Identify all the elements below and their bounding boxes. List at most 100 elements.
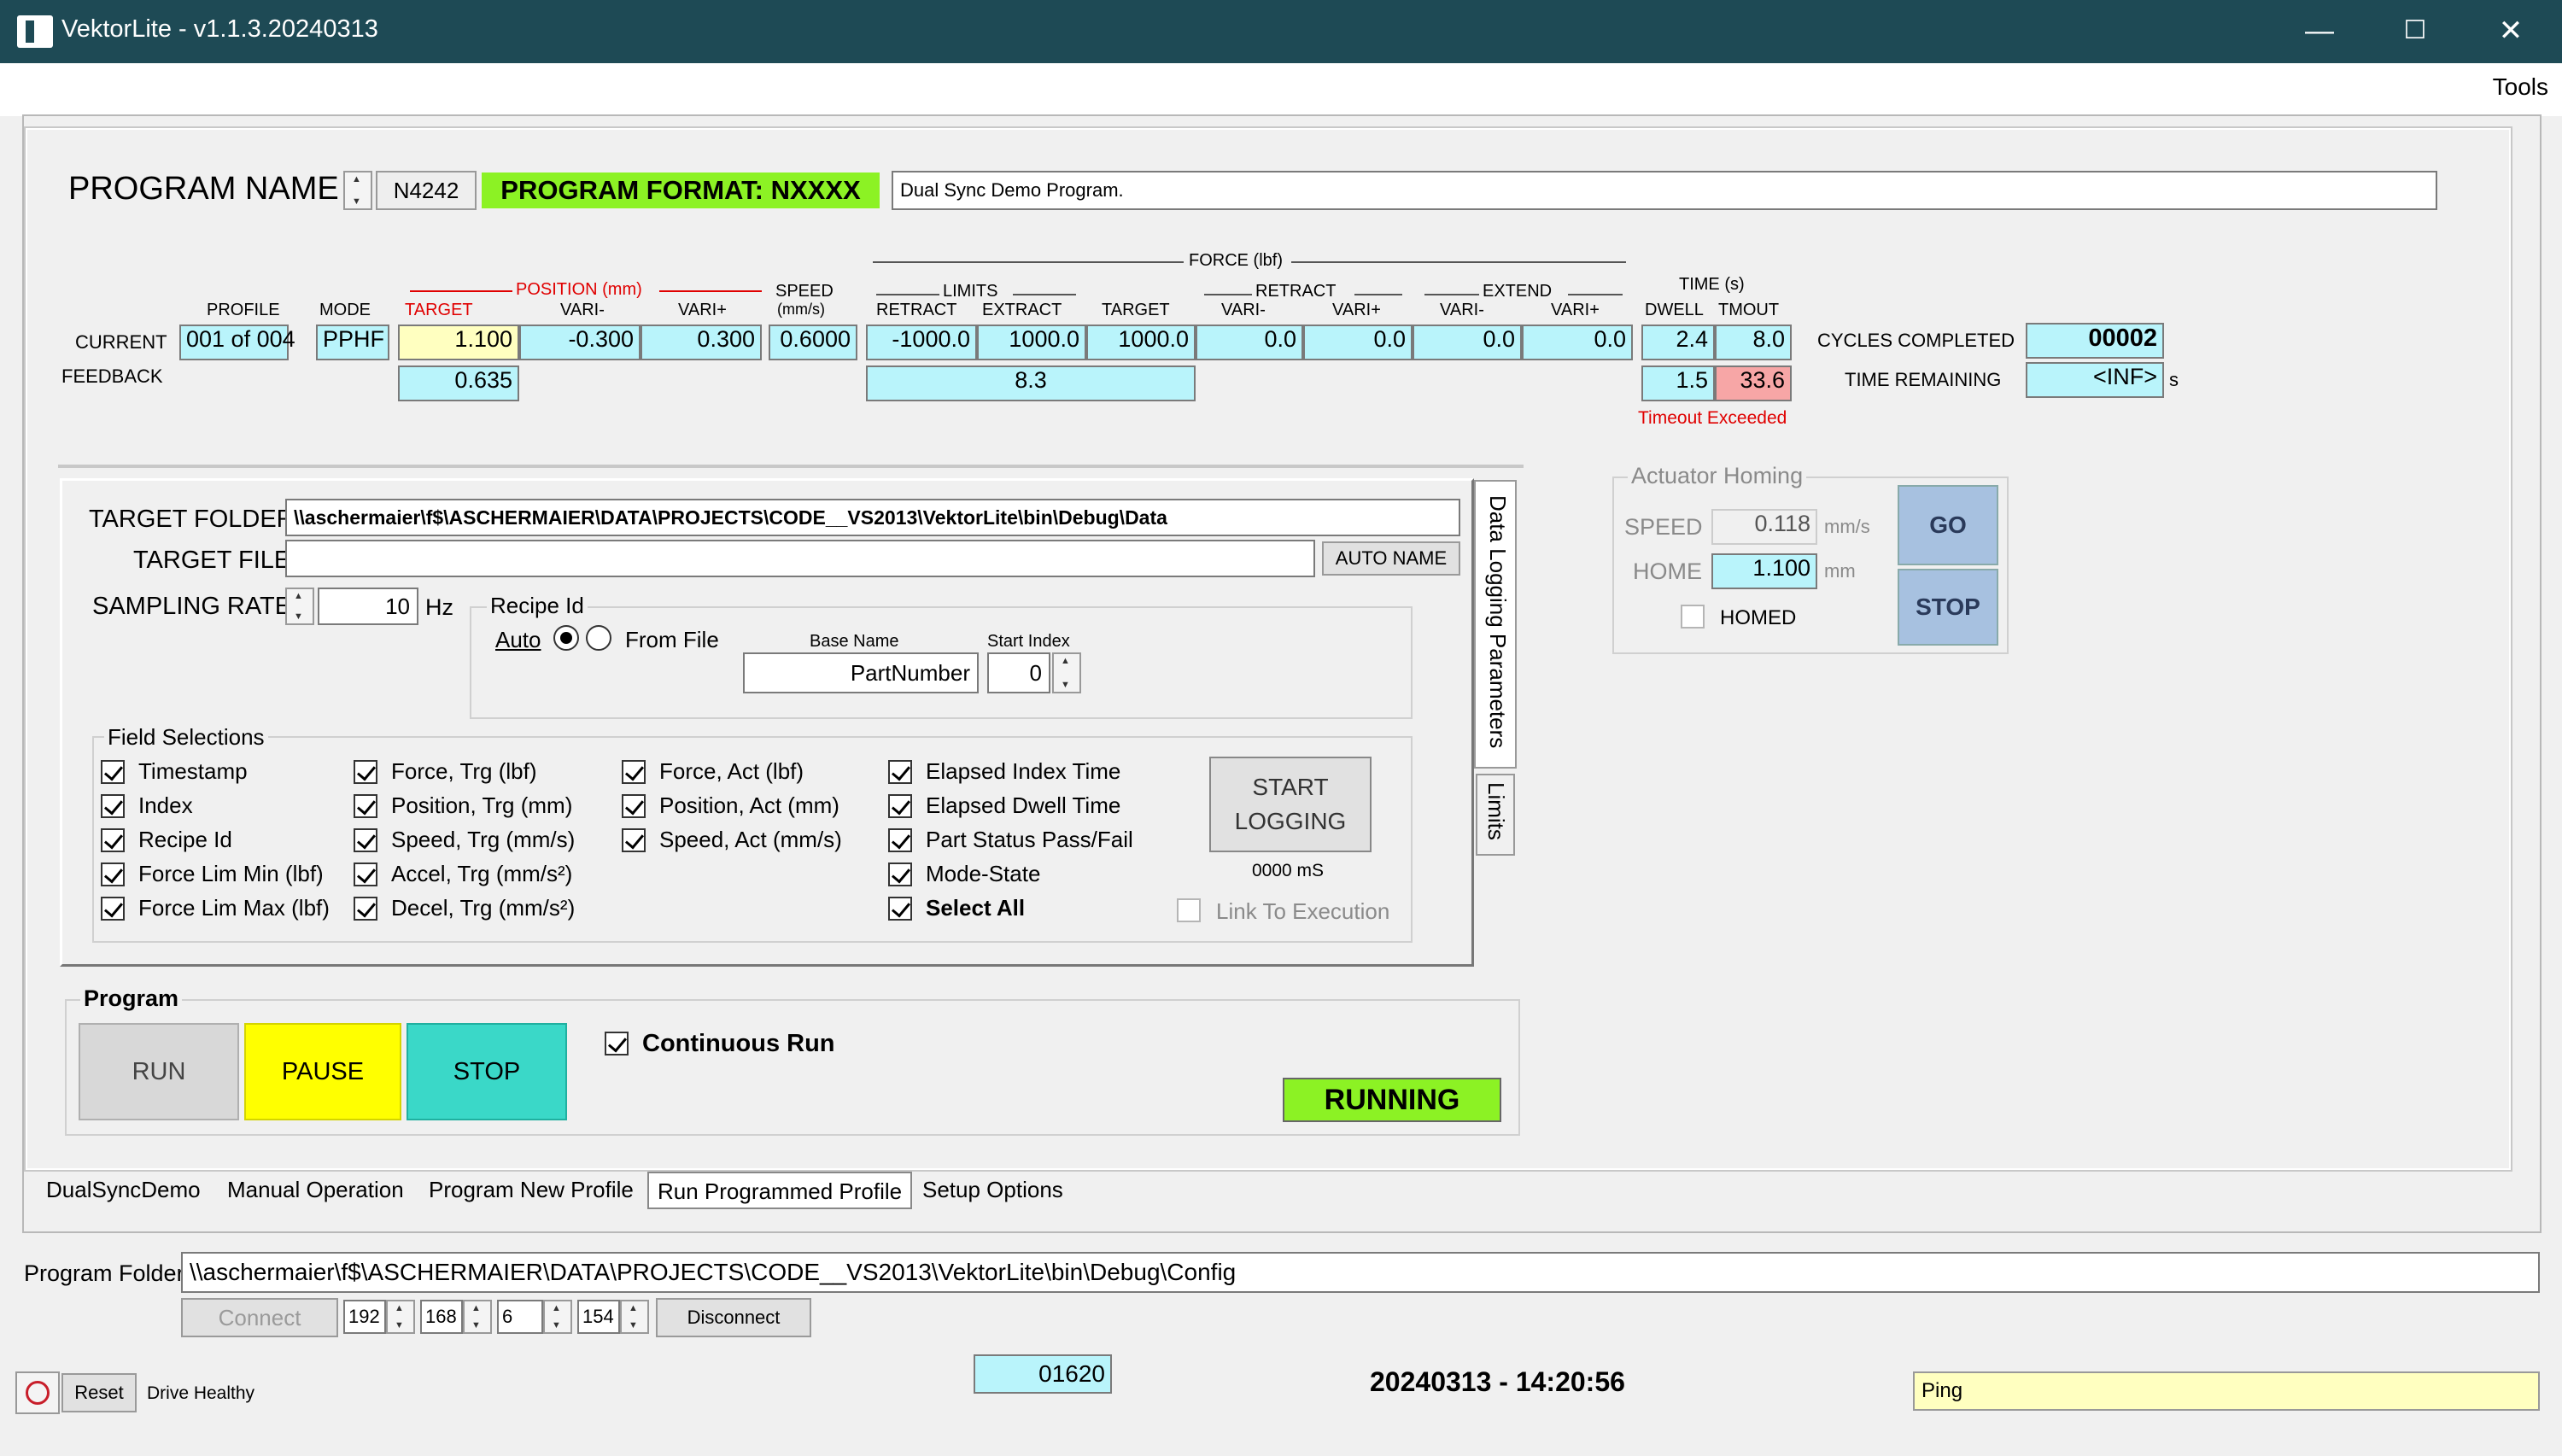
field-checkbox[interactable] [888, 828, 912, 852]
ip-octet-4[interactable]: 154 [577, 1300, 620, 1334]
program-description-field[interactable]: Dual Sync Demo Program. [892, 171, 2437, 210]
time-remaining-value: <INF> [2026, 362, 2164, 398]
feedback-row-label: FEEDBACK [61, 365, 163, 387]
ip-octet-1[interactable]: 192 [343, 1300, 386, 1334]
pause-button[interactable]: PAUSE [244, 1023, 401, 1120]
program-spinner[interactable] [343, 171, 372, 210]
header-pos-target: TARGET [405, 301, 473, 319]
start-logging-line-1: START [1252, 774, 1329, 800]
field-checkbox[interactable] [888, 897, 912, 921]
program-name-field[interactable]: N4242 [376, 171, 477, 210]
field-checkbox-label: Elapsed Dwell Time [926, 792, 1121, 818]
homing-speed-unit: mm/s [1824, 516, 1870, 537]
header-position: POSITION (mm) [516, 280, 642, 299]
ip-octet-1-spinner[interactable] [386, 1300, 415, 1334]
tab-program-new-profile[interactable]: Program New Profile [420, 1172, 642, 1209]
start-index-spinner[interactable] [1052, 652, 1081, 693]
field-checkbox[interactable] [354, 897, 377, 921]
field-checkbox[interactable] [888, 862, 912, 886]
ip-octet-2-spinner[interactable] [463, 1300, 492, 1334]
field-checkbox-label: Force, Trg (lbf) [391, 758, 537, 784]
tab-run-programmed-profile[interactable]: Run Programmed Profile [647, 1172, 913, 1209]
recipe-from-file-radio[interactable] [586, 625, 611, 651]
menu-tools[interactable]: Tools [2493, 73, 2548, 101]
timeout-exceeded-text: Timeout Exceeded [1638, 408, 1787, 428]
actuator-homing-title: Actuator Homing [1628, 463, 1807, 489]
current-lim-extract: 1000.0 [977, 325, 1086, 360]
link-to-execution-checkbox[interactable] [1177, 898, 1201, 922]
field-checkbox[interactable] [101, 760, 125, 784]
minimize-button[interactable]: — [2296, 9, 2343, 53]
divider [58, 465, 1524, 468]
field-checkbox[interactable] [101, 828, 125, 852]
field-checkbox-label: Position, Act (mm) [659, 792, 839, 818]
tab-dual-sync-demo[interactable]: DualSyncDemo [38, 1172, 209, 1209]
header-ext-vari-minus: VARI- [1440, 301, 1484, 319]
field-checkbox-label: Accel, Trg (mm/s²) [391, 861, 573, 886]
sampling-rate-field[interactable]: 10 [318, 588, 418, 625]
field-checkbox-label: Mode-State [926, 861, 1041, 886]
force-rule-left [873, 261, 1184, 263]
base-name-label: Base Name [810, 632, 899, 651]
tab-setup-options[interactable]: Setup Options [914, 1172, 1072, 1209]
target-folder-field[interactable]: \\aschermaier\f$\ASCHERMAIER\DATA\PROJEC… [285, 499, 1460, 536]
field-checkbox-label: Force, Act (lbf) [659, 758, 804, 784]
tab-manual-operation[interactable]: Manual Operation [219, 1172, 412, 1209]
start-logging-button[interactable]: START LOGGING [1209, 757, 1372, 852]
target-file-label: TARGET FILE [133, 547, 291, 574]
field-checkbox-label: Position, Trg (mm) [391, 792, 573, 818]
side-tab-limits-label: Limits [1483, 782, 1509, 840]
close-button[interactable]: ✕ [2487, 9, 2535, 53]
field-checkbox[interactable] [354, 794, 377, 818]
program-folder-field[interactable]: \\aschermaier\f$\ASCHERMAIER\DATA\PROJEC… [181, 1252, 2540, 1293]
disconnect-button[interactable]: Disconnect [656, 1298, 811, 1337]
field-checkbox-label: Select All [926, 895, 1026, 921]
target-file-field[interactable] [285, 540, 1315, 577]
counter-display: 01620 [974, 1354, 1112, 1394]
field-checkbox[interactable] [354, 828, 377, 852]
ip-octet-4-spinner[interactable] [620, 1300, 649, 1334]
current-speed: 0.6000 [769, 325, 857, 360]
field-checkbox[interactable] [622, 760, 646, 784]
field-checkbox[interactable] [101, 862, 125, 886]
ip-octet-3[interactable]: 6 [497, 1300, 543, 1334]
field-checkbox[interactable] [354, 760, 377, 784]
force-rule-right [1291, 261, 1626, 263]
menu-bar [0, 63, 2562, 116]
continuous-run-checkbox[interactable] [605, 1032, 629, 1055]
field-checkbox-label: Elapsed Index Time [926, 758, 1121, 784]
current-tmout: 8.0 [1715, 325, 1792, 360]
base-name-field[interactable]: PartNumber [743, 652, 979, 693]
field-checkbox[interactable] [888, 794, 912, 818]
homing-stop-button[interactable]: STOP [1898, 569, 1998, 646]
header-f-target: TARGET [1102, 301, 1170, 319]
app-logo-icon [17, 15, 53, 48]
auto-name-button[interactable]: AUTO NAME [1322, 541, 1460, 576]
connect-button[interactable]: Connect [181, 1298, 338, 1337]
maximize-button[interactable]: ☐ [2391, 9, 2439, 53]
current-dwell: 2.4 [1641, 325, 1715, 360]
recipe-auto-radio[interactable] [553, 625, 579, 651]
field-checkbox[interactable] [354, 862, 377, 886]
stop-button[interactable]: STOP [407, 1023, 567, 1120]
start-logging-line-2: LOGGING [1234, 808, 1347, 834]
field-checkbox[interactable] [622, 828, 646, 852]
limits-rule-right [1013, 294, 1076, 295]
field-checkbox[interactable] [101, 897, 125, 921]
ping-status: Ping [1913, 1371, 2540, 1411]
field-checkbox-label: Speed, Act (mm/s) [659, 827, 842, 852]
reset-button[interactable]: Reset [61, 1373, 137, 1412]
field-checkbox[interactable] [888, 760, 912, 784]
sampling-rate-spinner[interactable] [285, 588, 314, 625]
run-button[interactable]: RUN [79, 1023, 239, 1120]
running-status: RUNNING [1283, 1078, 1501, 1122]
ip-octet-2[interactable]: 168 [420, 1300, 463, 1334]
field-checkbox[interactable] [622, 794, 646, 818]
limits-rule-left [876, 294, 939, 295]
field-checkbox-label: Index [138, 792, 193, 818]
ip-octet-3-spinner[interactable] [543, 1300, 572, 1334]
field-checkbox[interactable] [101, 794, 125, 818]
start-index-field[interactable]: 0 [987, 652, 1050, 693]
homing-go-button[interactable]: GO [1898, 485, 1998, 565]
sampling-rate-unit: Hz [425, 594, 453, 620]
